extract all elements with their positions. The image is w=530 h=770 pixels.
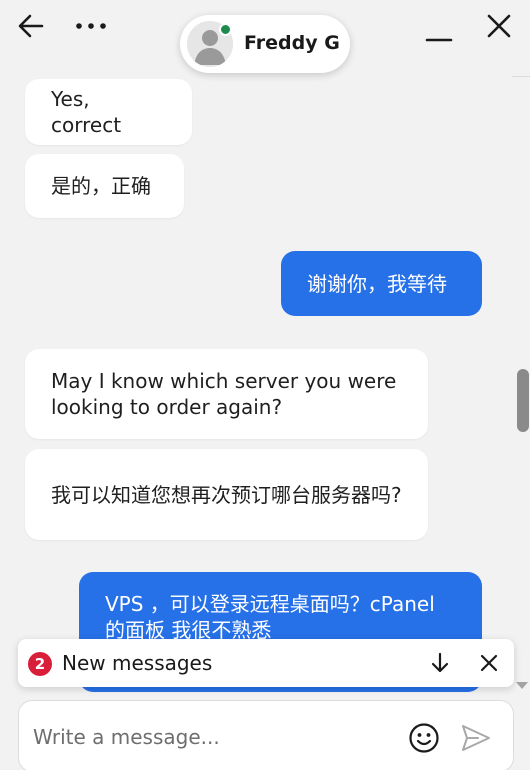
agent-message: 是的，正确 [25,154,184,218]
agent-message: Yes, correct [25,79,192,145]
user-message: 谢谢你，我等待 [281,251,482,316]
message-composer [18,700,514,770]
message-text: May I know which server you were looking… [51,369,397,419]
new-messages-label: New messages [62,651,213,675]
close-icon [487,14,511,38]
message-input[interactable] [33,713,393,761]
emoji-button[interactable] [407,721,441,755]
smiley-icon [409,723,439,753]
chat-window: Freddy G Yes, correct 是的，正确 谢谢你，我等待 May … [0,0,530,770]
scroll-down-arrow-icon[interactable] [516,682,528,689]
jump-to-new-button[interactable] [426,649,454,677]
more-horizontal-icon [76,23,106,29]
close-button[interactable] [480,8,518,44]
more-options-button[interactable] [72,8,110,44]
agent-info[interactable]: Freddy G [180,15,350,73]
agent-name: Freddy G [244,32,340,54]
scrollbar[interactable] [512,78,530,690]
back-button[interactable] [12,8,50,44]
agent-message: 我可以知道您想再次预订哪台服务器吗? [25,449,428,540]
arrow-left-icon [18,14,44,38]
scrollbar-thumb[interactable] [517,369,529,432]
unread-count-badge: 2 [28,652,52,676]
send-button[interactable] [459,721,493,755]
dismiss-banner-button[interactable] [475,649,503,677]
minus-icon [425,38,453,42]
minimize-button[interactable] [420,14,458,50]
message-text: 我可以知道您想再次预订哪台服务器吗? [51,482,402,507]
message-text: Yes, correct [51,87,122,137]
message-text: VPS ，可以登录远程桌面吗？cPanel 的面板 我很不熟悉 [105,592,435,642]
agent-message: May I know which server you were looking… [25,349,428,439]
chat-header: Freddy G [0,0,530,78]
message-text: 是的，正确 [51,174,151,198]
arrow-down-icon [431,652,449,673]
online-status-dot [219,23,232,36]
message-text: 谢谢你，我等待 [307,271,447,296]
new-messages-banner[interactable]: 2 New messages [18,639,514,687]
close-icon [480,654,498,672]
send-icon [462,725,490,751]
